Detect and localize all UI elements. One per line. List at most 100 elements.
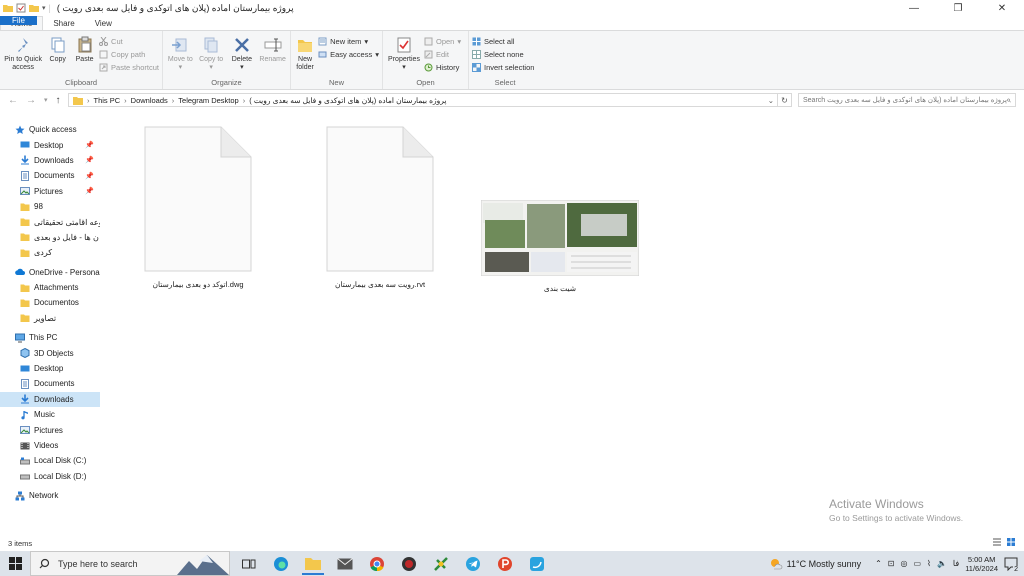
breadcrumb-telegram-desktop[interactable]: Telegram Desktop (178, 96, 238, 105)
breadcrumb-downloads[interactable]: Downloads (131, 96, 168, 105)
start-button[interactable] (0, 551, 30, 576)
telegram-app[interactable] (462, 553, 484, 575)
notification-count-badge: 2 (1013, 565, 1019, 573)
back-arrow-icon[interactable]: ← (8, 95, 18, 106)
tray-app-icon[interactable]: ⊡ (888, 559, 895, 568)
sidebar-item-onedrive[interactable]: OneDrive - Personal (0, 265, 100, 280)
sidebar-item-pc-documents[interactable]: Documents (0, 376, 100, 391)
file-item[interactable]: شیت بندی (480, 200, 640, 293)
sidebar-item-3d-objects[interactable]: 3D Objects (0, 345, 100, 360)
tab-file[interactable]: File (0, 16, 37, 25)
sidebar-item-tasavir[interactable]: تصاویر (0, 311, 100, 326)
sidebar-item-this-pc[interactable]: This PC (0, 330, 100, 345)
sidebar-item-pictures[interactable]: Pictures 📌 (0, 184, 100, 199)
copy-path-label: Copy path (111, 50, 146, 59)
history-button[interactable]: History (424, 62, 461, 73)
sidebar-item-quick-access[interactable]: Quick access (0, 122, 100, 137)
address-dropdown-icon[interactable]: ⌄ (768, 96, 774, 105)
tab-view[interactable]: View (85, 16, 122, 30)
sidebar-item-desktop[interactable]: Desktop 📌 (0, 137, 100, 152)
up-arrow-icon[interactable]: ↑ (56, 95, 61, 106)
pin-icon[interactable]: 📌 (85, 187, 94, 195)
sidebar-item-downloads[interactable]: Downloads 📌 (0, 153, 100, 168)
language-indicator[interactable]: فا (953, 559, 959, 568)
sidebar-item-music[interactable]: Music (0, 407, 100, 422)
new-folder-icon[interactable] (29, 3, 39, 13)
show-hidden-icons-chevron-icon[interactable]: ⌃ (875, 559, 882, 568)
pin-icon[interactable]: 📌 (85, 141, 94, 149)
breadcrumb-separator: › (87, 95, 90, 105)
taskbar-search[interactable]: Type here to search (30, 551, 230, 576)
pin-icon[interactable]: 📌 (85, 156, 94, 164)
sidebar-item-local-disk-d[interactable]: Local Disk (D:) (0, 469, 100, 484)
weather-text: 11°C Mostly sunny (786, 558, 862, 569)
sidebar-item-folder-98[interactable]: 98 (0, 199, 100, 214)
app-red-p[interactable] (494, 553, 516, 575)
maximize-button[interactable]: ❐ (936, 0, 980, 16)
select-all-button[interactable]: Select all (472, 36, 534, 47)
sidebar-item-pc-desktop[interactable]: Desktop (0, 361, 100, 376)
app-red-circle[interactable] (398, 553, 420, 575)
app-blue-bird[interactable] (526, 553, 548, 575)
properties-check-icon[interactable] (16, 3, 26, 13)
chrome-app[interactable] (366, 553, 388, 575)
sidebar-item-local-disk-c[interactable]: Local Disk (C:) (0, 453, 100, 468)
open-button[interactable]: Open ▾ (424, 36, 461, 47)
sidebar-item-documents[interactable]: Documents 📌 (0, 168, 100, 183)
weather-widget[interactable]: 11°C Mostly sunny (769, 557, 861, 571)
sun-cloud-icon (770, 558, 782, 569)
sidebar-item-attachments[interactable]: Attachments (0, 280, 100, 295)
select-none-button[interactable]: Select none (472, 49, 534, 60)
details-view-icon[interactable] (992, 537, 1002, 547)
breadcrumb-current-folder[interactable]: پروژه بیمارستان اماده (پلان های اتوکدی و… (249, 96, 446, 105)
file-explorer-app[interactable] (302, 553, 324, 575)
recent-locations-chevron-icon[interactable]: ▾ (44, 96, 48, 104)
minimize-button[interactable]: — (892, 0, 936, 16)
address-bar[interactable]: › This PC › Downloads › Telegram Desktop… (68, 93, 778, 107)
tab-share[interactable]: Share (43, 16, 84, 30)
sidebar-item-label: Desktop (34, 140, 64, 150)
battery-icon[interactable]: ▭ (913, 559, 921, 568)
task-view-button[interactable] (238, 553, 260, 575)
sidebar-item-videos[interactable]: Videos (0, 438, 100, 453)
taskbar-search-input[interactable]: Type here to search (58, 559, 138, 569)
new-item-button[interactable]: New item ▾ (318, 36, 379, 47)
paste-shortcut-button[interactable]: Paste shortcut (99, 62, 159, 73)
network-status-icon[interactable]: ◎ (901, 559, 908, 568)
sidebar-item-folder-kordi[interactable]: کردی (0, 245, 100, 260)
sidebar-item-folder-research[interactable]: وعه اقامتی تحقیقاتی (0, 214, 100, 229)
move-to-label: Move to (167, 56, 193, 63)
sidebar-item-network[interactable]: Network (0, 488, 100, 503)
pin-icon[interactable]: 📌 (85, 172, 94, 180)
sidebar-item-folder-2d-files[interactable]: ن ها - فایل دو بعدی ) (0, 230, 100, 245)
file-item[interactable]: اتوکد دو بعدی بیمارستان.dwg (142, 126, 254, 289)
hard-drive-icon (20, 474, 30, 480)
notification-center-button[interactable]: 2 (1004, 557, 1019, 573)
history-icon (424, 63, 433, 72)
app-green-tool[interactable] (430, 553, 452, 575)
sidebar-item-pc-downloads[interactable]: Downloads (0, 391, 100, 408)
mail-app[interactable] (334, 553, 356, 575)
search-input[interactable]: Search پروژه بیمارستان اماده (پلان های ا… (803, 96, 1007, 104)
clock[interactable]: 5:00 AM 11/6/2024 (965, 555, 998, 573)
breadcrumb-this-pc[interactable]: This PC (94, 96, 121, 105)
close-button[interactable]: ✕ (980, 0, 1024, 16)
easy-access-button[interactable]: Easy access ▾ (318, 49, 379, 60)
sidebar-item-pc-pictures[interactable]: Pictures (0, 422, 100, 437)
edge-app[interactable] (270, 553, 292, 575)
volume-icon[interactable]: 🔈 (937, 559, 947, 568)
edit-button[interactable]: Edit (424, 49, 461, 60)
copy-path-button[interactable]: Copy path (99, 49, 159, 60)
search-box[interactable]: Search پروژه بیمارستان اماده (پلان های ا… (798, 93, 1016, 107)
cut-button[interactable]: Cut (99, 36, 159, 47)
file-item[interactable]: رویت سه بعدی بیمارستان.rvt (324, 126, 436, 289)
forward-arrow-icon[interactable]: → (26, 95, 36, 106)
refresh-button[interactable]: ↻ (778, 93, 792, 107)
easy-access-icon (318, 51, 327, 58)
invert-selection-button[interactable]: Invert selection (472, 62, 534, 73)
wifi-icon[interactable]: ⌇ (927, 559, 931, 568)
large-icons-view-icon[interactable] (1006, 537, 1016, 547)
qat-dropdown-icon[interactable]: ▾ (42, 4, 46, 12)
delete-dropdown-icon: ▾ (240, 64, 244, 71)
sidebar-item-documentos[interactable]: Documentos (0, 295, 100, 310)
